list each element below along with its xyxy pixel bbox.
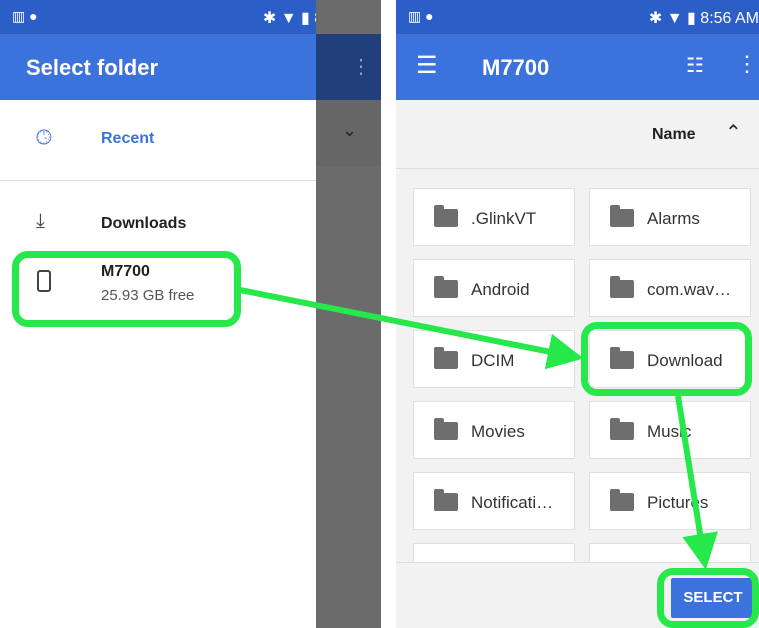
arrow-to-select xyxy=(675,395,718,570)
annotation-arrows xyxy=(239,287,718,570)
arrow-to-download xyxy=(239,287,584,370)
